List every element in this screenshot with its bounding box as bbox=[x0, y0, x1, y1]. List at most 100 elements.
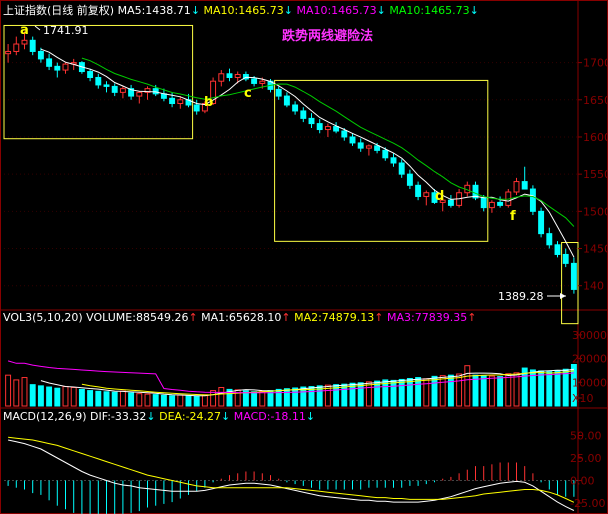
volume-bar bbox=[480, 375, 487, 407]
candle-body bbox=[136, 91, 143, 97]
macd-tick-label: 0.00 bbox=[570, 475, 595, 488]
candle-body bbox=[177, 99, 184, 105]
candle-body bbox=[333, 126, 340, 132]
candle-body bbox=[300, 110, 307, 119]
candle-body bbox=[234, 74, 241, 78]
candle-body bbox=[513, 181, 520, 193]
candle-body bbox=[283, 95, 290, 106]
volume-legend-item: VOLUME:88549.26 bbox=[83, 311, 189, 324]
volume-bar bbox=[21, 377, 28, 407]
volume-bar bbox=[390, 379, 397, 407]
candle-body bbox=[546, 233, 553, 246]
stock-chart-window: 上证指数(日线 前复权) MA5:1438.71↓ MA10:1465.73↓ … bbox=[0, 0, 608, 514]
candle-body bbox=[554, 244, 561, 255]
macd-lines-layer bbox=[7, 436, 575, 511]
candle-body bbox=[447, 199, 454, 206]
low-price-label: 1389.28 bbox=[498, 290, 544, 303]
volume-bar bbox=[46, 386, 53, 407]
candle-body bbox=[521, 181, 528, 190]
candle-body bbox=[226, 73, 233, 78]
candle-body bbox=[46, 58, 53, 67]
volume-bar bbox=[546, 371, 553, 407]
volume-legend-arrow: ↑ bbox=[281, 311, 290, 324]
volume-bar bbox=[62, 386, 69, 407]
candle-body bbox=[95, 76, 102, 86]
price-tick-label: 1600 bbox=[583, 131, 608, 144]
volume-bar bbox=[447, 374, 454, 407]
volume-bar bbox=[185, 395, 192, 407]
macd-legend-item: MACD(12,26,9) bbox=[3, 410, 87, 423]
volume-bar bbox=[152, 394, 159, 407]
dif-line bbox=[7, 439, 575, 511]
price-tick-label: 1500 bbox=[583, 205, 608, 218]
volume-bar bbox=[37, 385, 44, 407]
candle-body bbox=[54, 65, 61, 71]
price-legend-arrow: ↓ bbox=[470, 4, 479, 17]
volume-legend-item: MA3:77839.35 bbox=[384, 311, 468, 324]
volume-tick-label: 30000 bbox=[572, 329, 607, 342]
volume-tick-label: 10000 bbox=[572, 376, 607, 389]
candle-body bbox=[119, 88, 126, 93]
volume-legend-item: VOL3(5,10,20) bbox=[3, 311, 83, 324]
macd-tick-label: -25.00 bbox=[570, 497, 605, 510]
volume-bar bbox=[169, 395, 176, 407]
candle-body bbox=[390, 157, 397, 164]
volume-bar bbox=[251, 391, 258, 407]
macd-tick-label: 50.00 bbox=[570, 430, 602, 443]
volume-bar bbox=[136, 393, 143, 407]
volume-bar bbox=[218, 387, 225, 407]
macd-legend-arrow: ↓ bbox=[221, 410, 230, 423]
candle-body bbox=[87, 71, 94, 78]
candle-body bbox=[152, 88, 159, 95]
volume-axis: 30000 20000 10000 X10 bbox=[572, 329, 607, 405]
volume-bar bbox=[431, 375, 438, 407]
candle-body bbox=[316, 123, 323, 131]
candle-body bbox=[37, 50, 44, 60]
candle-body bbox=[169, 97, 176, 105]
price-legend-item: 上证指数(日线 前复权) bbox=[3, 3, 114, 17]
candle-body bbox=[292, 104, 299, 112]
volume-bar bbox=[177, 394, 184, 407]
volume-bar bbox=[423, 378, 430, 407]
volume-bar bbox=[398, 378, 405, 407]
volume-bar bbox=[111, 391, 118, 407]
candle-body bbox=[415, 184, 422, 197]
candle-body bbox=[103, 84, 110, 87]
volume-bar bbox=[259, 390, 266, 407]
candle-body bbox=[341, 130, 348, 138]
volume-bar bbox=[54, 387, 61, 407]
candle-body bbox=[529, 188, 536, 212]
candle-body bbox=[251, 78, 258, 84]
price-tick-label: 1650 bbox=[583, 94, 608, 107]
macd-legend-item: DEA:-24.27 bbox=[156, 410, 221, 423]
candle-body bbox=[357, 142, 364, 149]
volume-bar bbox=[5, 374, 12, 407]
stock-chart: 上证指数(日线 前复权) MA5:1438.71↓ MA10:1465.73↓ … bbox=[0, 0, 608, 514]
volume-bar bbox=[201, 394, 208, 407]
candle-body bbox=[365, 145, 372, 149]
volume-legend-arrow: ↑ bbox=[467, 311, 476, 324]
volume-bar bbox=[439, 375, 446, 407]
volume-bar bbox=[415, 377, 422, 407]
candle-body bbox=[29, 39, 36, 52]
candle-body bbox=[488, 201, 495, 209]
dea-line bbox=[8, 436, 575, 503]
price-axis: 1700 1650 1600 1550 1500 1450 140 bbox=[578, 57, 608, 293]
volume-bar bbox=[95, 390, 102, 407]
price-tick-label: 1700 bbox=[583, 57, 608, 70]
macd-axis: 50.00 25.00 0.00 -25.00 bbox=[570, 430, 605, 511]
volume-bar bbox=[456, 373, 463, 407]
volume-tick-label: X10 bbox=[572, 392, 594, 405]
volume-bar bbox=[513, 372, 520, 407]
low-price-arrow-head bbox=[560, 293, 566, 299]
price-tick-label: 140 bbox=[583, 280, 604, 293]
volume-legend-item: MA2:74879.13 bbox=[291, 311, 375, 324]
candle-body bbox=[497, 201, 504, 206]
volume-bar bbox=[119, 390, 126, 407]
candle-body bbox=[406, 173, 413, 186]
price-tick-label: 1450 bbox=[583, 243, 608, 256]
volume-bar bbox=[193, 396, 200, 407]
candle-body bbox=[111, 85, 118, 93]
volume-legend-arrow: ↑ bbox=[374, 311, 383, 324]
volume-bar bbox=[497, 376, 504, 407]
